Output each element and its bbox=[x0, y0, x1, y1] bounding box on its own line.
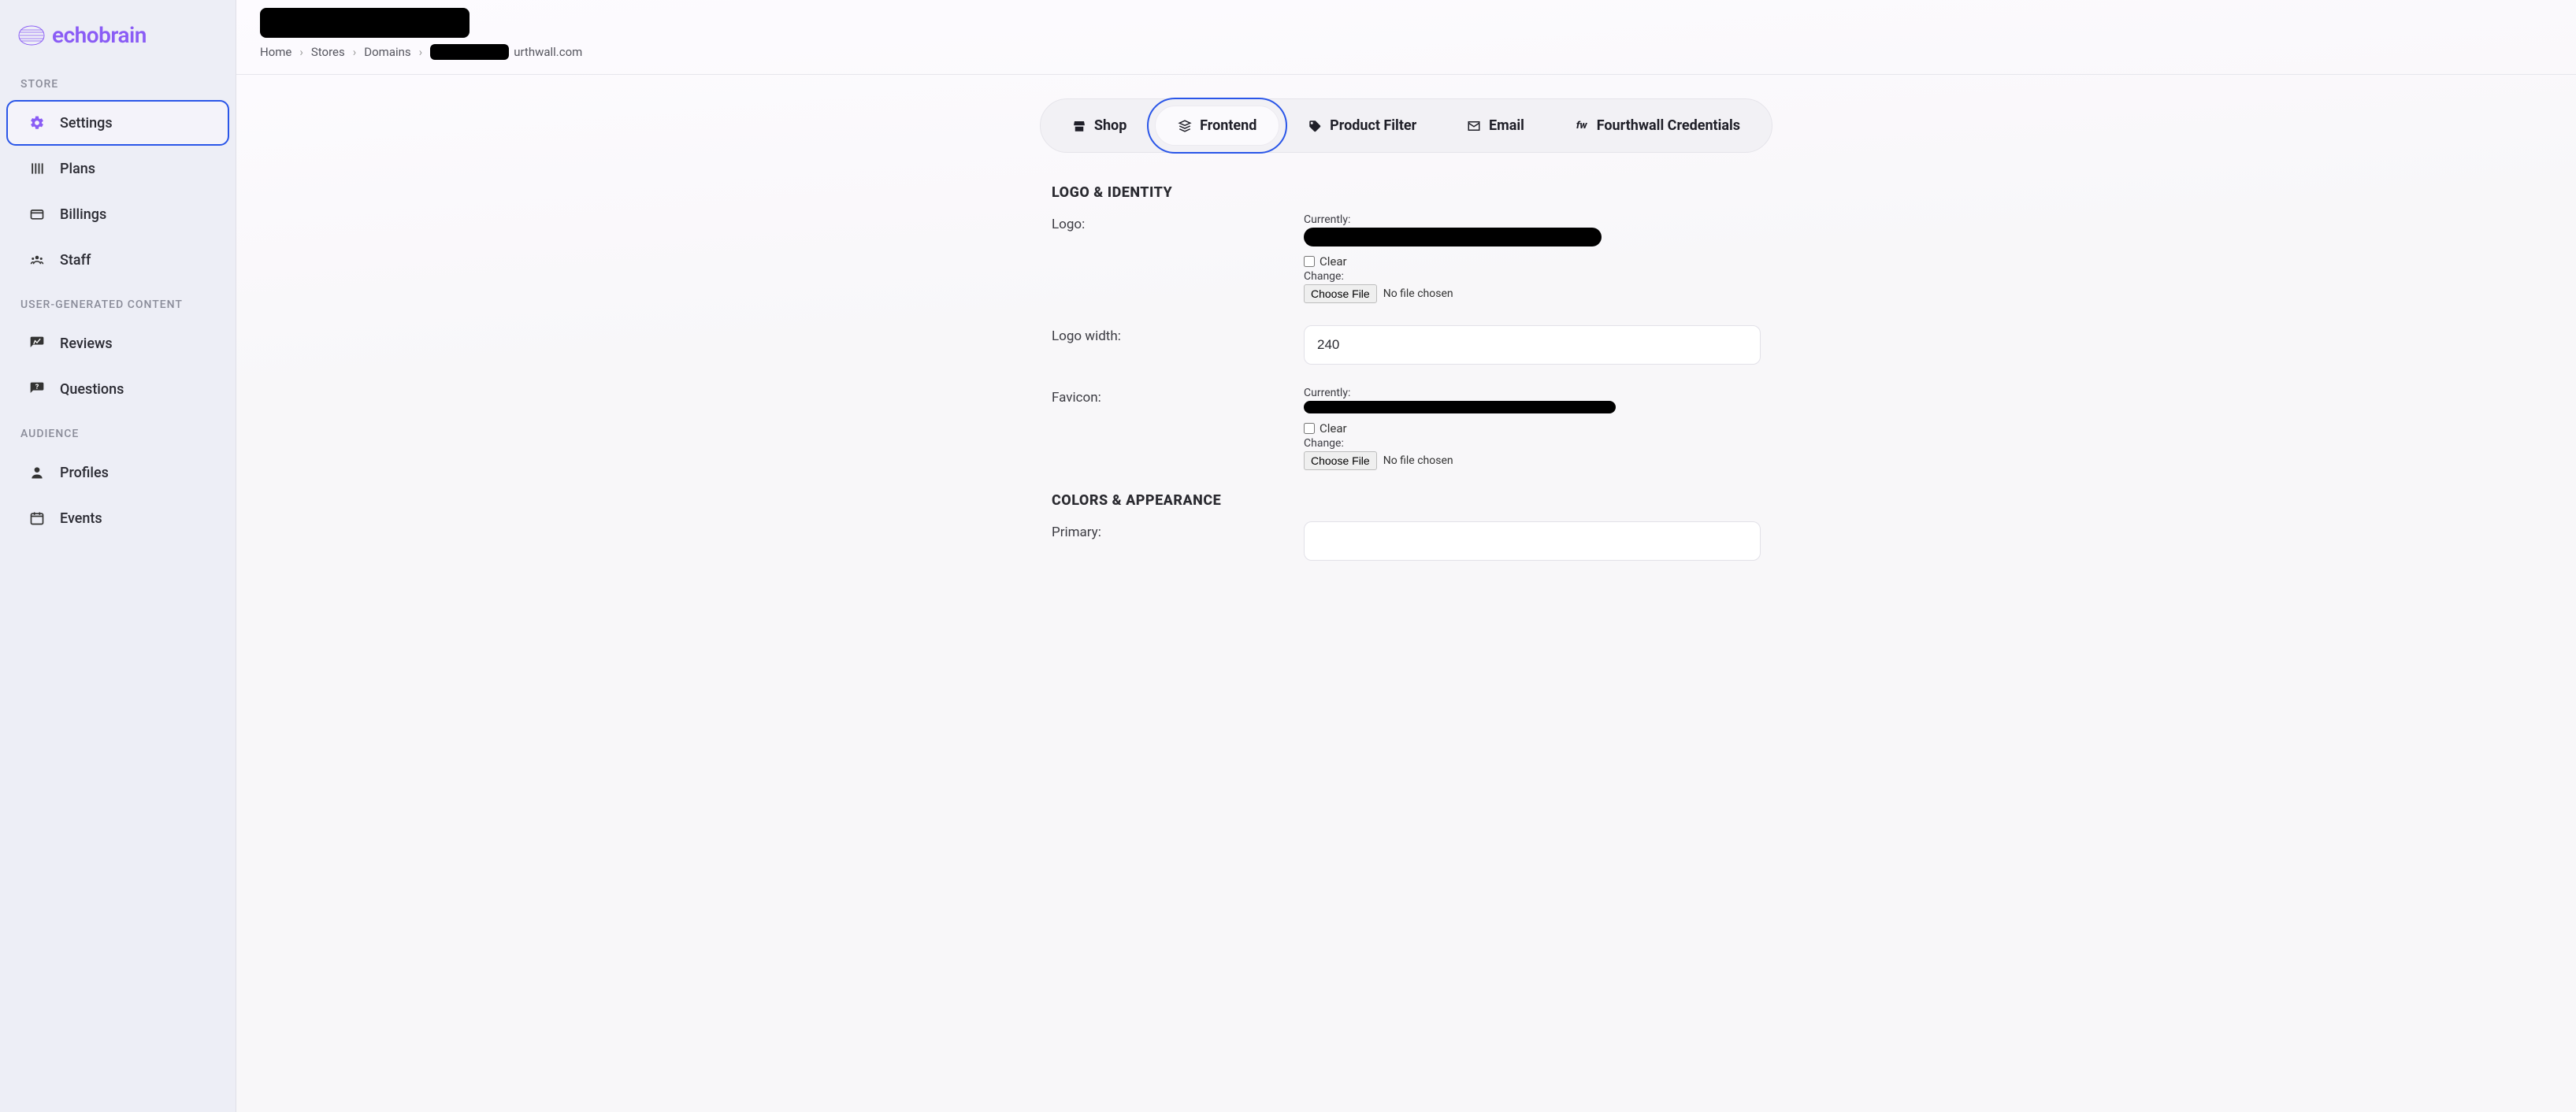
breadcrumb-sep: › bbox=[419, 45, 423, 59]
tab-product-filter[interactable]: Product Filter bbox=[1286, 106, 1438, 145]
sidebar-item-questions[interactable]: ? Questions bbox=[8, 368, 228, 410]
breadcrumb-stores[interactable]: Stores bbox=[311, 45, 345, 59]
sidebar-item-events[interactable]: Events bbox=[8, 497, 228, 539]
field-label-logo-width: Logo width: bbox=[1052, 325, 1304, 344]
field-label-primary: Primary: bbox=[1052, 521, 1304, 540]
review-icon bbox=[28, 335, 46, 352]
sidebar-section-ugc: USER-GENERATED CONTENT bbox=[0, 292, 236, 319]
calendar-icon bbox=[28, 510, 46, 527]
currently-label: Currently: bbox=[1304, 213, 1761, 226]
change-label: Change: bbox=[1304, 270, 1761, 283]
tab-label: Product Filter bbox=[1330, 117, 1416, 134]
sidebar-section-store: STORE bbox=[0, 72, 236, 98]
sidebar-item-plans[interactable]: Plans bbox=[8, 147, 228, 190]
breadcrumb-sep: › bbox=[353, 45, 357, 59]
field-logo: Logo: Currently: Clear Change: Choose Fi… bbox=[1052, 213, 1761, 303]
form-content: LOGO & IDENTITY Logo: Currently: Clear C… bbox=[1028, 184, 1784, 630]
sidebar-item-label: Settings bbox=[60, 115, 113, 132]
field-favicon: Favicon: Currently: Clear Change: Choose… bbox=[1052, 387, 1761, 470]
sidebar-item-label: Plans bbox=[60, 161, 95, 177]
sidebar-item-label: Profiles bbox=[60, 465, 109, 481]
primary-color-input[interactable] bbox=[1304, 521, 1761, 561]
tab-frontend[interactable]: Frontend bbox=[1155, 106, 1279, 146]
logo-file-status: No file chosen bbox=[1383, 287, 1453, 300]
logo-current-redacted bbox=[1304, 228, 1602, 246]
people-icon bbox=[28, 251, 46, 269]
favicon-clear-label: Clear bbox=[1320, 421, 1347, 436]
bars-icon bbox=[28, 160, 46, 177]
store-icon bbox=[1072, 119, 1086, 133]
sidebar-item-label: Questions bbox=[60, 381, 124, 398]
breadcrumb-home[interactable]: Home bbox=[260, 45, 291, 59]
field-label-logo: Logo: bbox=[1052, 213, 1304, 232]
settings-tabbar: Shop Frontend Product Filter Email bbox=[1040, 98, 1772, 153]
brand-name: echobrain bbox=[52, 22, 147, 48]
person-icon bbox=[28, 464, 46, 481]
tab-email[interactable]: Email bbox=[1445, 106, 1546, 145]
sidebar-item-billings[interactable]: Billings bbox=[8, 193, 228, 235]
sidebar-item-profiles[interactable]: Profiles bbox=[8, 451, 228, 494]
tab-label: Shop bbox=[1094, 117, 1127, 134]
breadcrumb-sep: › bbox=[299, 45, 303, 59]
field-primary: Primary: bbox=[1052, 521, 1761, 561]
sidebar-item-settings[interactable]: Settings bbox=[8, 102, 228, 144]
breadcrumb-redacted bbox=[430, 44, 509, 60]
currently-label: Currently: bbox=[1304, 387, 1761, 399]
email-icon bbox=[1467, 119, 1481, 133]
tab-shop[interactable]: Shop bbox=[1050, 106, 1149, 145]
sidebar-item-label: Billings bbox=[60, 206, 106, 223]
favicon-file-status: No file chosen bbox=[1383, 454, 1453, 467]
card-icon bbox=[28, 206, 46, 223]
section-heading-colors: COLORS & APPEARANCE bbox=[1052, 492, 1761, 509]
sidebar-item-staff[interactable]: Staff bbox=[8, 239, 228, 281]
question-icon: ? bbox=[28, 380, 46, 398]
field-logo-width: Logo width: bbox=[1052, 325, 1761, 365]
sidebar-item-label: Events bbox=[60, 510, 102, 527]
sidebar-item-reviews[interactable]: Reviews bbox=[8, 322, 228, 365]
sidebar-section-audience: AUDIENCE bbox=[0, 421, 236, 448]
brand-logo[interactable]: echobrain bbox=[0, 19, 236, 72]
tab-label: Fourthwall Credentials bbox=[1597, 117, 1740, 134]
sidebar-item-label: Staff bbox=[60, 252, 91, 269]
favicon-choose-file-button[interactable]: Choose File bbox=[1304, 451, 1377, 470]
logo-width-input[interactable] bbox=[1304, 325, 1761, 365]
page-header: Home › Stores › Domains › urthwall.com bbox=[236, 0, 2576, 75]
brain-icon bbox=[17, 24, 46, 46]
tab-fourthwall-credentials[interactable]: fw Fourthwall Credentials bbox=[1553, 106, 1762, 145]
logo-clear-checkbox[interactable] bbox=[1304, 256, 1315, 267]
section-heading-logo: LOGO & IDENTITY bbox=[1052, 184, 1761, 201]
tab-label: Frontend bbox=[1200, 117, 1256, 134]
field-label-favicon: Favicon: bbox=[1052, 387, 1304, 406]
breadcrumb-domains[interactable]: Domains bbox=[364, 45, 410, 59]
page-title-redacted bbox=[260, 8, 470, 38]
gear-icon bbox=[28, 114, 46, 132]
logo-clear-label: Clear bbox=[1320, 254, 1347, 269]
change-label: Change: bbox=[1304, 437, 1761, 450]
breadcrumb: Home › Stores › Domains › urthwall.com bbox=[260, 44, 2552, 60]
sidebar-item-label: Reviews bbox=[60, 335, 113, 352]
favicon-clear-checkbox[interactable] bbox=[1304, 423, 1315, 434]
fw-icon: fw bbox=[1575, 119, 1589, 133]
tab-label: Email bbox=[1489, 117, 1524, 134]
style-icon bbox=[1178, 119, 1192, 133]
logo-choose-file-button[interactable]: Choose File bbox=[1304, 284, 1377, 303]
main-content: Home › Stores › Domains › urthwall.com S… bbox=[236, 0, 2576, 1112]
breadcrumb-domain-tail[interactable]: urthwall.com bbox=[514, 45, 582, 59]
tag-icon bbox=[1308, 119, 1322, 133]
sidebar: echobrain STORE Settings Plans Billings … bbox=[0, 0, 236, 1112]
favicon-current-redacted bbox=[1304, 401, 1616, 413]
svg-text:?: ? bbox=[35, 384, 39, 391]
